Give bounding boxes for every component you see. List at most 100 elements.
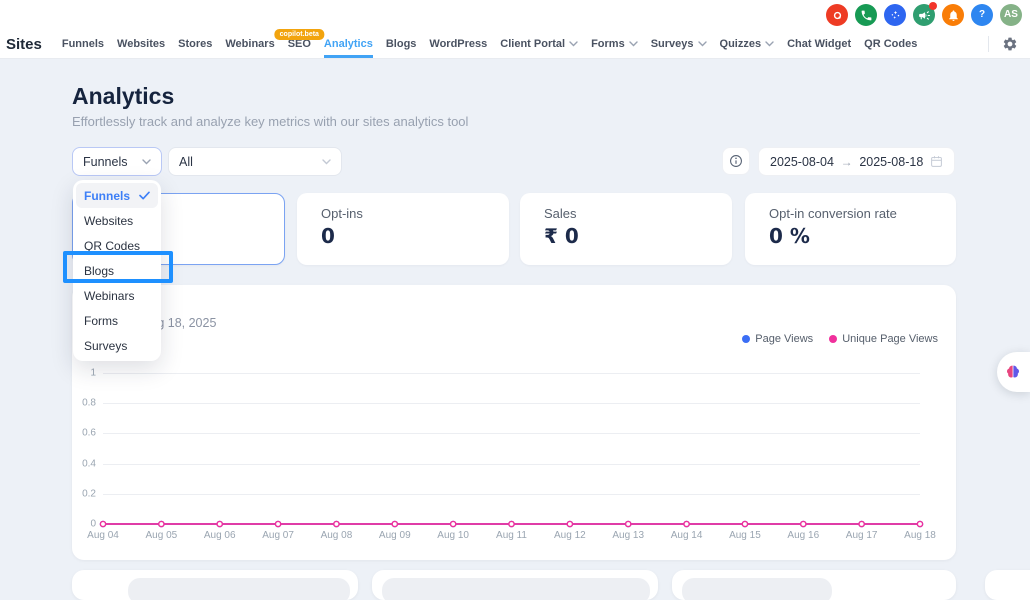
menu-item-webinars[interactable]: Webinars bbox=[76, 283, 158, 308]
stat-card-value: ₹ 0 bbox=[544, 224, 579, 248]
item-select-dropdown[interactable]: All bbox=[168, 147, 342, 176]
nav-item-webinars[interactable]: Webinars bbox=[225, 30, 274, 58]
nav-item-analytics[interactable]: Analytics bbox=[324, 30, 373, 58]
top-icon-bar: ? AS bbox=[0, 0, 1030, 30]
stat-card-value: 0 % bbox=[769, 224, 810, 248]
nav-item-client-portal[interactable]: Client Portal bbox=[500, 30, 578, 58]
menu-item-label: Funnels bbox=[84, 188, 131, 203]
date-range-picker[interactable]: 2025-08-04 → 2025-08-18 bbox=[758, 147, 955, 176]
data-point-unique-page-views[interactable] bbox=[566, 520, 574, 528]
y-axis-tick: 0.8 bbox=[82, 397, 96, 409]
main-navbar: Sites Funnels Websites Stores Webinars SEO co… bbox=[0, 29, 1030, 59]
type-select-dropdown[interactable]: Funnels bbox=[72, 147, 162, 176]
nav-item-qr-codes[interactable]: QR Codes bbox=[864, 30, 917, 58]
nav-item-label: Quizzes bbox=[719, 38, 762, 50]
nav-item-label: Client Portal bbox=[500, 38, 566, 50]
nav-items: Funnels Websites Stores Webinars SEO copilot.… bbox=[62, 29, 917, 58]
data-point-unique-page-views[interactable] bbox=[158, 520, 165, 528]
page-title: Analytics bbox=[72, 83, 175, 109]
data-point-unique-page-views[interactable] bbox=[508, 520, 515, 528]
menu-item-blogs[interactable]: Blogs bbox=[76, 258, 158, 283]
calendar-icon bbox=[931, 156, 942, 167]
data-point-unique-page-views[interactable] bbox=[274, 520, 282, 528]
menu-item-qr-codes[interactable]: QR Codes bbox=[76, 233, 158, 258]
y-axis-tick: 0 bbox=[90, 518, 96, 530]
menu-item-label: Blogs bbox=[84, 263, 115, 278]
nav-item-blogs[interactable]: Blogs bbox=[386, 30, 417, 58]
data-point-unique-page-views[interactable] bbox=[624, 520, 632, 528]
avatar-label: AS bbox=[1004, 9, 1018, 20]
nav-item-label: QR Codes bbox=[864, 38, 918, 50]
stat-card-opt-ins[interactable]: Opt-ins 0 bbox=[297, 193, 509, 265]
nav-item-label: WordPress bbox=[429, 38, 488, 50]
megaphone-icon[interactable] bbox=[913, 2, 937, 26]
chart-legend: Page Views Unique Page Views bbox=[742, 333, 938, 345]
date-to: 2025-08-18 bbox=[859, 154, 924, 169]
brand-sites[interactable]: Sites bbox=[6, 36, 42, 53]
chart-card: Aug 04 - Aug 18, 2025 Page ViewsUnique P… bbox=[72, 285, 956, 560]
nav-item-label: Chat Widget bbox=[787, 38, 852, 50]
chevron-down-icon bbox=[765, 41, 774, 47]
arrow-right-icon: → bbox=[840, 154, 853, 169]
skeleton-block bbox=[682, 578, 832, 600]
data-point-unique-page-views[interactable] bbox=[799, 520, 807, 528]
stat-card-label: Sales bbox=[544, 206, 577, 221]
nav-item-label: Blogs bbox=[385, 38, 417, 50]
data-point-unique-page-views[interactable] bbox=[916, 520, 924, 528]
bottom-card bbox=[985, 570, 1030, 600]
data-point-unique-page-views[interactable] bbox=[333, 520, 340, 528]
stat-card-label: Opt-in conversion rate bbox=[769, 206, 897, 221]
y-axis-tick: 0.2 bbox=[82, 488, 96, 500]
brain-icon bbox=[1007, 365, 1019, 378]
avatar[interactable]: AS bbox=[1000, 4, 1022, 26]
item-select-value: All bbox=[179, 154, 193, 169]
legend-item-page-views[interactable]: Page Views bbox=[742, 333, 813, 345]
confetti-icon[interactable] bbox=[884, 4, 906, 26]
nav-item-wordpress[interactable]: WordPress bbox=[429, 30, 487, 58]
type-select-value: Funnels bbox=[83, 154, 128, 169]
data-point-unique-page-views[interactable] bbox=[741, 520, 749, 528]
menu-item-surveys[interactable]: Surveys bbox=[76, 333, 158, 358]
help-icon-label: ? bbox=[978, 9, 986, 20]
line-chart bbox=[99, 520, 924, 528]
data-point-unique-page-views[interactable] bbox=[99, 520, 107, 528]
y-axis-tick: 0.6 bbox=[82, 427, 96, 439]
data-point-unique-page-views[interactable] bbox=[449, 520, 457, 528]
info-button[interactable] bbox=[722, 147, 750, 175]
menu-item-forms[interactable]: Forms bbox=[76, 308, 158, 333]
record-icon[interactable] bbox=[826, 4, 848, 26]
nav-item-label: Funnels bbox=[61, 38, 105, 50]
data-point-unique-page-views[interactable] bbox=[391, 520, 399, 528]
notification-dot bbox=[929, 2, 937, 10]
nav-item-stores[interactable]: Stores bbox=[178, 30, 212, 58]
stat-card-sales[interactable]: Sales ₹ 0 bbox=[520, 193, 732, 265]
stat-card-opt-in-conversion-rate[interactable]: Opt-in conversion rate 0 % bbox=[745, 193, 956, 265]
phone-icon[interactable] bbox=[855, 4, 877, 26]
nav-item-label: Analytics bbox=[323, 38, 373, 50]
stat-card-label: Opt-ins bbox=[321, 206, 363, 221]
menu-item-funnels[interactable]: Funnels bbox=[76, 183, 158, 208]
nav-item-chat-widget[interactable]: Chat Widget bbox=[787, 30, 851, 58]
y-axis-tick: 0.4 bbox=[82, 458, 96, 470]
help-icon[interactable]: ? bbox=[971, 4, 993, 26]
type-dropdown-menu: Funnels Websites QR Codes Blogs Webinars Form… bbox=[73, 180, 161, 361]
nav-item-websites[interactable]: Websites bbox=[117, 30, 165, 58]
data-point-unique-page-views[interactable] bbox=[683, 520, 690, 528]
check-icon bbox=[139, 191, 150, 200]
nav-item-funnels[interactable]: Funnels bbox=[62, 30, 104, 58]
skeleton-block bbox=[128, 578, 350, 600]
ai-assistant-tab[interactable] bbox=[997, 352, 1030, 392]
data-point-unique-page-views[interactable] bbox=[216, 520, 224, 528]
legend-dot bbox=[742, 335, 751, 343]
legend-item-unique-page-views[interactable]: Unique Page Views bbox=[829, 333, 938, 345]
copilot-beta-badge: copilot.beta bbox=[274, 29, 324, 41]
nav-item-quizzes[interactable]: Quizzes bbox=[720, 30, 775, 58]
bell-icon[interactable] bbox=[942, 4, 964, 26]
nav-item-seo[interactable]: SEO copilot.beta bbox=[274, 29, 324, 58]
settings-gear-icon[interactable] bbox=[1002, 36, 1018, 52]
nav-item-forms[interactable]: Forms bbox=[591, 30, 638, 58]
data-point-unique-page-views[interactable] bbox=[858, 520, 865, 528]
menu-item-websites[interactable]: Websites bbox=[76, 208, 158, 233]
nav-item-surveys[interactable]: Surveys bbox=[651, 30, 707, 58]
chevron-down-icon bbox=[569, 41, 578, 47]
